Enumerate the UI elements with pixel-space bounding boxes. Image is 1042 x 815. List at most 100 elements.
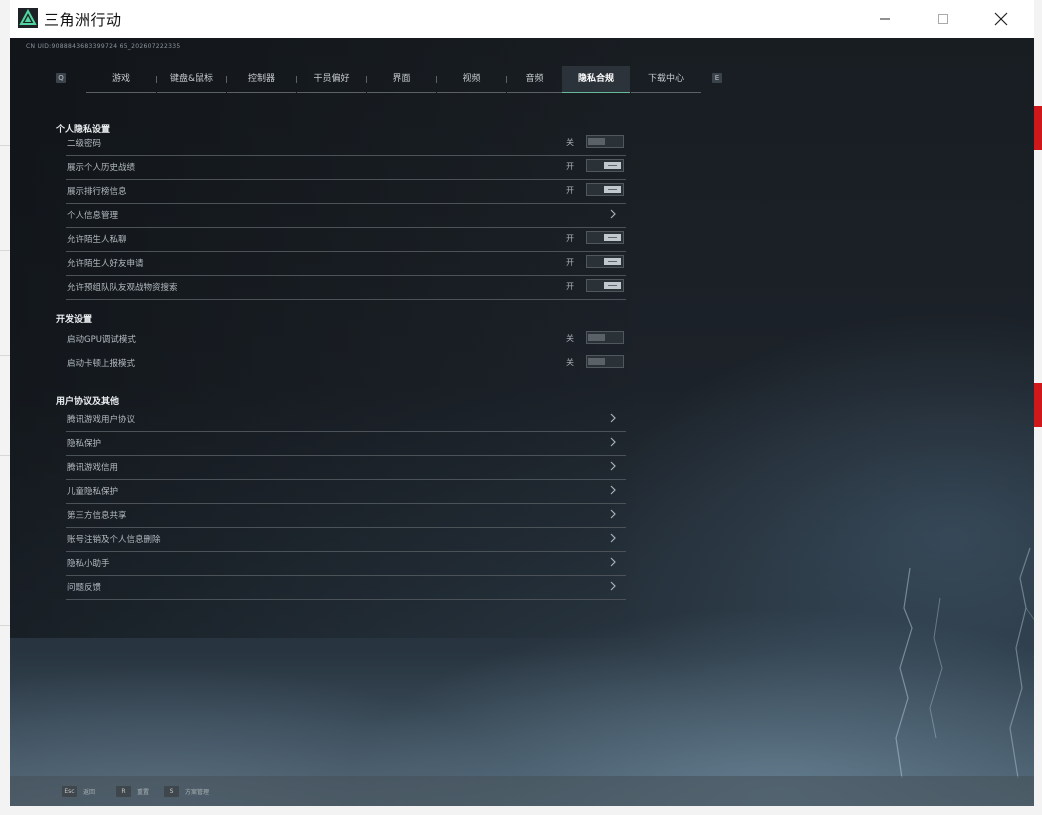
- close-button[interactable]: [978, 0, 1024, 38]
- hint-label: 方案管理: [185, 788, 210, 796]
- row-label: 隐私小助手: [67, 559, 110, 569]
- toggle-state-text: 开: [566, 282, 574, 291]
- maximize-icon: [938, 14, 948, 24]
- row-label: 展示排行榜信息: [67, 187, 127, 197]
- tab-video[interactable]: 视频: [437, 66, 506, 93]
- section-title-agreements: 用户协议及其他: [56, 397, 120, 407]
- toggle-switch[interactable]: [586, 331, 624, 344]
- toggle-state-text: 关: [566, 334, 574, 343]
- key-badge: S: [164, 785, 179, 797]
- toggle-switch[interactable]: [586, 279, 624, 292]
- toggle-knob: [604, 234, 621, 241]
- chevron-right-icon: [610, 581, 616, 591]
- row-label: 第三方信息共享: [67, 511, 127, 521]
- link-row-child-privacy[interactable]: 儿童隐私保护: [66, 480, 626, 504]
- chevron-right-icon: [610, 557, 616, 567]
- row-label: 个人信息管理: [67, 211, 119, 221]
- row-label: 儿童隐私保护: [67, 487, 119, 497]
- tab-keyboard-mouse[interactable]: 键盘&鼠标: [157, 66, 226, 93]
- row-label: 允许陌生人好友申请: [67, 259, 144, 269]
- tab-audio[interactable]: 音频: [507, 66, 562, 93]
- prev-tab-key[interactable]: Q: [56, 73, 66, 83]
- toggle-switch[interactable]: [586, 355, 624, 368]
- setting-row-show-leaderboard[interactable]: 展示排行榜信息 开: [66, 180, 626, 204]
- chevron-right-icon: [610, 209, 616, 219]
- link-row-privacy-protection[interactable]: 隐私保护: [66, 432, 626, 456]
- row-label: 启动卡顿上报模式: [67, 359, 136, 369]
- uid-text: CN UID:9088843683399724 65_202607222335: [26, 43, 181, 50]
- row-label: 隐私保护: [67, 439, 102, 449]
- row-label: 问题反馈: [67, 583, 102, 593]
- toggle-state-text: 开: [566, 186, 574, 195]
- setting-row-allow-stranger-chat[interactable]: 允许陌生人私聊 开: [66, 228, 626, 252]
- next-tab-key[interactable]: E: [712, 73, 722, 83]
- setting-row-show-history[interactable]: 展示个人历史战绩 开: [66, 156, 626, 180]
- toggle-knob: [588, 358, 605, 365]
- link-row-privacy-assistant[interactable]: 隐私小助手: [66, 552, 626, 576]
- toggle-switch[interactable]: [586, 135, 624, 148]
- app-logo-icon: [18, 8, 38, 28]
- row-label: 允许陌生人私聊: [67, 235, 127, 245]
- setting-row-gpu-debug[interactable]: 启动GPU调试模式 关: [66, 328, 626, 351]
- window-title: 三角洲行动: [44, 11, 122, 29]
- toggle-knob: [604, 282, 621, 289]
- app-window: 三角洲行动 CN UID:9088843683399724 65_2026072…: [0, 0, 1042, 815]
- tab-download-center[interactable]: 下载中心: [631, 66, 701, 93]
- row-label: 腾讯游戏信用: [67, 463, 119, 473]
- link-row-user-agreement[interactable]: 腾讯游戏用户协议: [66, 408, 626, 432]
- toggle-state-text: 关: [566, 138, 574, 147]
- toggle-switch[interactable]: [586, 159, 624, 172]
- row-label: 启动GPU调试模式: [67, 335, 136, 345]
- minimize-button[interactable]: [862, 0, 908, 38]
- link-row-account-deletion[interactable]: 账号注销及个人信息删除: [66, 528, 626, 552]
- toggle-state-text: 开: [566, 258, 574, 267]
- tab-privacy-compliance[interactable]: 隐私合规: [562, 66, 630, 93]
- tab-game[interactable]: 游戏: [86, 66, 156, 93]
- setting-row-stutter-report[interactable]: 启动卡顿上报模式 关: [66, 352, 626, 375]
- setting-row-allow-teammate-spectate-search[interactable]: 允许预组队队友观战物资搜索 开: [66, 276, 626, 300]
- game-viewport: CN UID:9088843683399724 65_202607222335 …: [10, 38, 1034, 806]
- close-icon: [994, 12, 1008, 26]
- chevron-right-icon: [610, 461, 616, 471]
- tab-operator-preferences[interactable]: 干员偏好: [297, 66, 366, 93]
- toggle-switch[interactable]: [586, 231, 624, 244]
- hint-label: 返回: [83, 788, 96, 796]
- maximize-button[interactable]: [920, 0, 966, 38]
- toggle-knob: [588, 138, 605, 145]
- row-label: 腾讯游戏用户协议: [67, 415, 136, 425]
- chevron-right-icon: [610, 413, 616, 423]
- setting-row-personal-info-management[interactable]: 个人信息管理: [66, 204, 626, 228]
- setting-row-allow-stranger-friend-request[interactable]: 允许陌生人好友申请 开: [66, 252, 626, 276]
- toggle-knob: [604, 162, 621, 169]
- chevron-right-icon: [610, 485, 616, 495]
- key-badge: R: [116, 785, 131, 797]
- bottom-hint-bar: Esc 返回 R 重置 S 方案管理: [10, 776, 1034, 806]
- hint-scheme-management[interactable]: S 方案管理: [164, 785, 209, 797]
- setting-row-secondary-password[interactable]: 二级密码 关: [66, 132, 626, 156]
- hint-reset[interactable]: R 重置: [116, 785, 149, 797]
- toggle-knob: [604, 186, 621, 193]
- key-badge: Esc: [62, 785, 77, 797]
- minimize-icon: [880, 18, 890, 20]
- toggle-knob: [588, 334, 605, 341]
- toggle-state-text: 开: [566, 162, 574, 171]
- row-label: 展示个人历史战绩: [67, 163, 136, 173]
- title-bar[interactable]: 三角洲行动: [10, 0, 1034, 39]
- toggle-switch[interactable]: [586, 183, 624, 196]
- section-title-developer: 开发设置: [56, 315, 93, 325]
- link-row-game-credit[interactable]: 腾讯游戏信用: [66, 456, 626, 480]
- lightning-decoration: [895, 547, 1034, 779]
- chevron-right-icon: [610, 509, 616, 519]
- hint-back[interactable]: Esc 返回: [62, 785, 95, 797]
- tab-interface[interactable]: 界面: [367, 66, 436, 93]
- link-row-third-party-sharing[interactable]: 第三方信息共享: [66, 504, 626, 528]
- tab-controller[interactable]: 控制器: [227, 66, 296, 93]
- toggle-state-text: 开: [566, 234, 574, 243]
- toggle-switch[interactable]: [586, 255, 624, 268]
- toggle-knob: [604, 258, 621, 265]
- row-label: 允许预组队队友观战物资搜索: [67, 283, 178, 293]
- hint-label: 重置: [137, 788, 150, 796]
- row-label: 账号注销及个人信息删除: [67, 535, 161, 545]
- link-row-feedback[interactable]: 问题反馈: [66, 576, 626, 600]
- row-label: 二级密码: [67, 139, 102, 149]
